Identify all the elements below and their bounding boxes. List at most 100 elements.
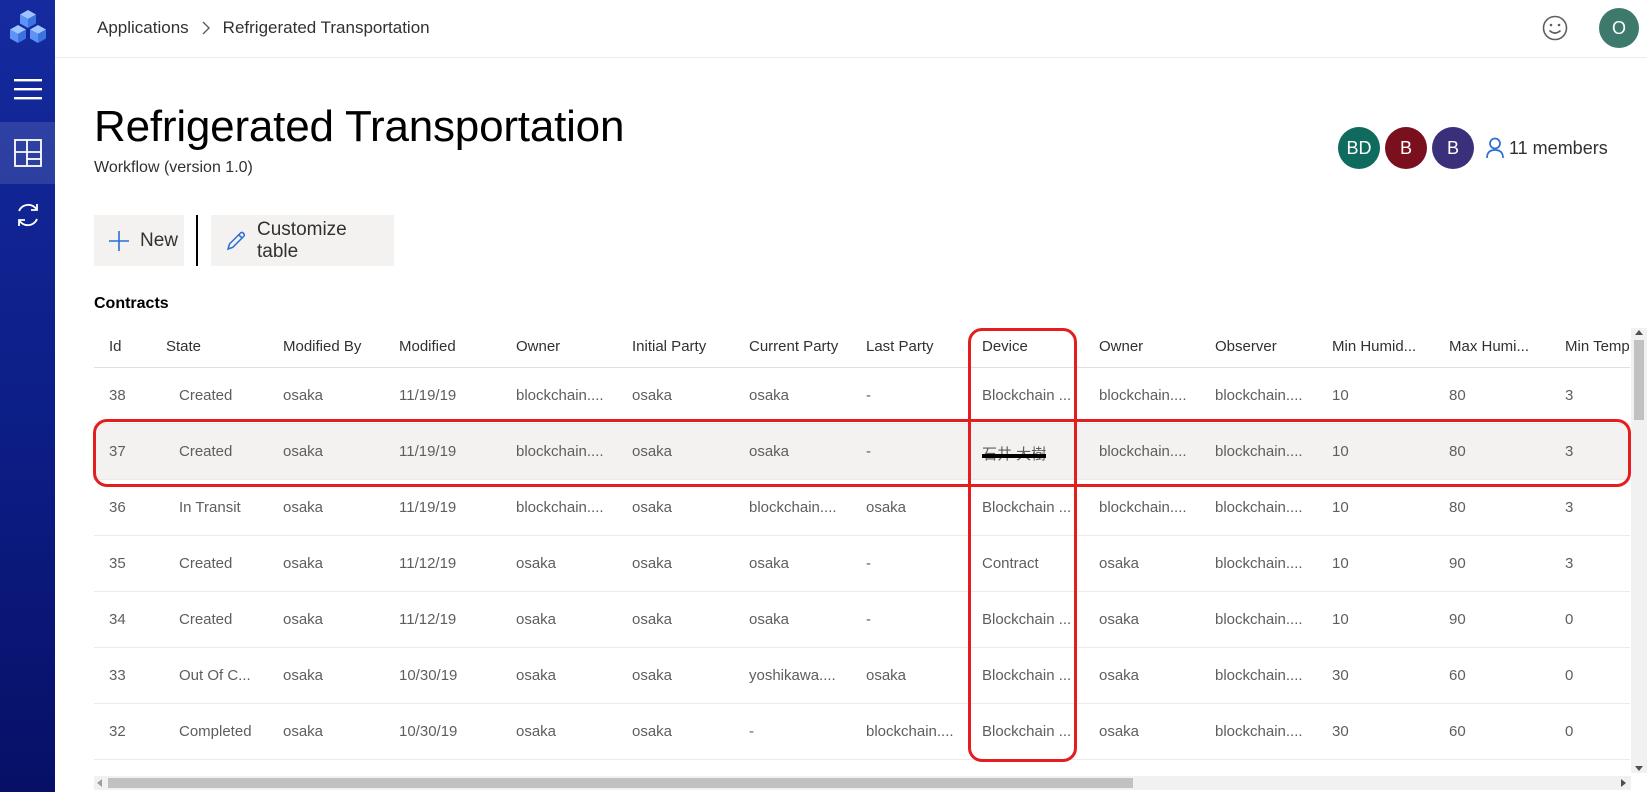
member-avatar[interactable]: B (1432, 127, 1474, 169)
cell-observer: blockchain.... (1215, 723, 1303, 740)
column-header-id[interactable]: Id (109, 338, 122, 355)
scroll-down-arrow-icon[interactable] (1635, 766, 1643, 771)
cell-initial-party: osaka (632, 443, 673, 460)
cell-device-owner: blockchain.... (1099, 443, 1187, 460)
cell-state: Created (179, 611, 233, 628)
table-row[interactable]: 32 Completed osaka 10/30/19 osaka osaka - block… (94, 704, 1630, 760)
member-avatar[interactable]: BD (1338, 127, 1380, 169)
cell-device: Blockchain ... (982, 667, 1072, 684)
cell-state: In Transit (179, 499, 241, 516)
cell-id: 33 (109, 667, 126, 684)
cell-current-party: blockchain.... (749, 499, 837, 516)
cell-state: Created (179, 555, 233, 572)
refresh-icon (17, 203, 38, 227)
column-header-owner[interactable]: Owner (516, 338, 560, 355)
cell-modified: 11/19/19 (399, 387, 457, 404)
cell-current-party: osaka (749, 555, 790, 572)
cell-owner: osaka (516, 667, 557, 684)
column-header-max-humidity[interactable]: Max Humi... (1449, 338, 1529, 355)
cell-observer: blockchain.... (1215, 387, 1303, 404)
cell-last-party: - (866, 555, 871, 572)
cell-device: Blockchain ... (982, 611, 1072, 628)
column-header-last-party[interactable]: Last Party (866, 338, 934, 355)
cell-initial-party: osaka (632, 499, 673, 516)
cell-min-humidity: 30 (1332, 667, 1349, 684)
column-header-observer[interactable]: Observer (1215, 338, 1277, 355)
feedback-button[interactable] (1541, 14, 1569, 47)
cell-modified-by: osaka (283, 387, 324, 404)
cell-modified-by: osaka (283, 667, 324, 684)
cell-id: 38 (109, 387, 126, 404)
cell-current-party: osaka (749, 611, 790, 628)
table-row[interactable]: 35 Created osaka 11/12/19 osaka osaka osaka - Co… (94, 536, 1630, 592)
cell-initial-party: osaka (632, 555, 673, 572)
cell-min-humidity: 10 (1332, 443, 1349, 460)
cell-min-temp: 3 (1565, 443, 1574, 460)
column-header-device[interactable]: Device (982, 338, 1028, 355)
left-nav-rail (0, 0, 55, 792)
bottom-edge (0, 792, 1647, 797)
column-header-device-owner[interactable]: Owner (1099, 338, 1143, 355)
column-header-modified[interactable]: Modified (399, 338, 456, 355)
page-subtitle: Workflow (version 1.0) (94, 159, 253, 176)
new-contract-button[interactable]: New (94, 215, 184, 266)
cell-modified: 11/19/19 (399, 443, 457, 460)
member-avatar[interactable]: B (1385, 127, 1427, 169)
smiley-icon (1542, 15, 1568, 41)
cell-max-humidity: 60 (1449, 723, 1466, 740)
table-header: Id State Modified By Modified Owner Init… (94, 328, 1630, 368)
horizontal-scrollbar[interactable] (94, 776, 1631, 790)
column-header-current-party[interactable]: Current Party (749, 338, 838, 355)
column-header-min-humidity[interactable]: Min Humid... (1332, 338, 1416, 355)
contracts-section-label: Contracts (94, 295, 169, 312)
column-header-initial-party[interactable]: Initial Party (632, 338, 706, 355)
top-bar: Applications Refrigerated Transportation… (55, 0, 1647, 58)
customize-table-button[interactable]: Customize table (211, 215, 394, 266)
column-header-state[interactable]: State (166, 338, 201, 355)
customize-button-label: Customize table (257, 218, 347, 262)
column-header-modified-by[interactable]: Modified By (283, 338, 361, 355)
cell-current-party: osaka (749, 443, 790, 460)
cell-initial-party: osaka (632, 611, 673, 628)
cell-id: 32 (109, 723, 126, 740)
cell-max-humidity: 90 (1449, 611, 1466, 628)
cell-min-humidity: 30 (1332, 723, 1349, 740)
refresh-nav-button[interactable] (0, 184, 55, 246)
hamburger-menu-button[interactable] (0, 58, 55, 120)
cell-owner: blockchain.... (516, 443, 604, 460)
page-title: Refrigerated Transportation (94, 102, 625, 151)
app-logo[interactable] (0, 0, 55, 55)
cell-observer: blockchain.... (1215, 611, 1303, 628)
column-header-min-temp[interactable]: Min Temp (1565, 338, 1630, 355)
members-count-link[interactable]: 11 members (1485, 137, 1608, 159)
table-row[interactable]: 33 Out Of C... osaka 10/30/19 osaka osaka yosh… (94, 648, 1630, 704)
cell-device: 石井 大樹 (982, 443, 1046, 464)
applications-nav-button[interactable] (0, 122, 55, 184)
horizontal-scroll-thumb[interactable] (108, 778, 1133, 788)
scroll-left-arrow-icon[interactable] (97, 779, 102, 787)
members-group[interactable]: BD B B 11 members (1338, 127, 1608, 169)
cell-min-temp: 0 (1565, 723, 1574, 740)
cell-current-party: - (749, 723, 754, 740)
cell-device-owner: osaka (1099, 555, 1140, 572)
cubes-logo-icon (9, 9, 46, 43)
cell-max-humidity: 60 (1449, 667, 1466, 684)
vertical-scrollbar[interactable] (1631, 328, 1647, 773)
scroll-right-arrow-icon[interactable] (1621, 779, 1626, 787)
table-row[interactable]: 38 Created osaka 11/19/19 blockchain.... osak… (94, 368, 1630, 424)
pencil-icon (225, 230, 247, 252)
cell-current-party: yoshikawa.... (749, 667, 836, 684)
table-row[interactable]: 34 Created osaka 11/12/19 osaka osaka osaka - Bl… (94, 592, 1630, 648)
cell-min-temp: 0 (1565, 611, 1574, 628)
applications-grid-icon (13, 139, 42, 167)
table-row[interactable]: 37 Created osaka 11/19/19 blockchain.... osak… (94, 424, 1630, 480)
user-avatar[interactable]: O (1599, 8, 1639, 48)
chevron-right-icon (201, 21, 211, 35)
cell-state: Created (179, 443, 233, 460)
cell-owner: osaka (516, 555, 557, 572)
scroll-up-arrow-icon[interactable] (1635, 330, 1643, 335)
vertical-scroll-thumb[interactable] (1634, 340, 1644, 420)
breadcrumb-applications-link[interactable]: Applications (97, 18, 189, 38)
table-row[interactable]: 36 In Transit osaka 11/19/19 blockchain.... o… (94, 480, 1630, 536)
cell-state: Out Of C... (179, 667, 251, 684)
